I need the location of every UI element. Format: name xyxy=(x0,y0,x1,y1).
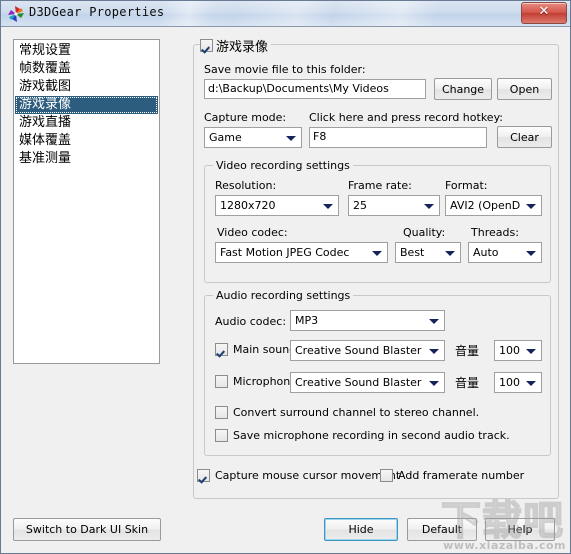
chevron-down-icon xyxy=(526,250,536,256)
format-select[interactable]: AVI2 (OpenDML) xyxy=(445,195,542,216)
main-volume-value: 100 xyxy=(499,344,520,357)
sidebar-item-screenshot[interactable]: 游戏截图 xyxy=(15,78,158,96)
save-folder-input[interactable]: d:\Backup\Documents\My Videos xyxy=(204,79,426,99)
video-settings-title: Video recording settings xyxy=(213,159,353,172)
convert-surround-label: Convert surround channel to stereo chann… xyxy=(233,406,480,419)
open-folder-button[interactable]: Open xyxy=(497,78,552,100)
chevron-down-icon xyxy=(526,203,536,209)
microphone-device-value: Creative Sound Blaster PCI xyxy=(295,376,424,389)
chevron-down-icon xyxy=(424,203,434,209)
main-sound-device-value: Creative Sound Blaster PCI xyxy=(295,344,424,357)
video-settings-group: Video recording settings Resolution: 128… xyxy=(204,159,551,283)
pinwheel-icon xyxy=(8,6,24,22)
chevron-down-icon xyxy=(429,348,439,354)
main-volume-select[interactable]: 100 xyxy=(494,340,542,361)
microphone-volume-value: 100 xyxy=(499,376,520,389)
convert-surround-toggle[interactable]: Convert surround channel to stereo chann… xyxy=(215,406,479,419)
second-audio-track-toggle[interactable]: Save microphone recording in second audi… xyxy=(215,429,510,442)
capture-cursor-label: Capture mouse cursor movement xyxy=(215,469,401,482)
client-area: 常规设置 帧数覆盖 游戏截图 游戏录像 游戏直播 媒体覆盖 基准测量 游戏录像 … xyxy=(1,28,570,553)
properties-window: D3DGear Properties ✕ 常规设置 帧数覆盖 游戏截图 游戏录像… xyxy=(0,0,571,554)
game-recording-checkbox[interactable] xyxy=(200,39,213,52)
clear-hotkey-button[interactable]: Clear xyxy=(497,126,552,148)
threads-value: Auto xyxy=(473,246,499,259)
convert-surround-checkbox[interactable] xyxy=(215,406,228,419)
sidebar-item-recording[interactable]: 游戏录像 xyxy=(15,96,158,114)
sidebar-item-general[interactable]: 常规设置 xyxy=(15,42,158,60)
resolution-select[interactable]: 1280x720 xyxy=(215,195,339,216)
audio-codec-label: Audio codec: xyxy=(215,315,287,328)
main-volume-label: 音量 xyxy=(455,344,480,358)
threads-select[interactable]: Auto xyxy=(468,242,542,263)
record-hotkey-input[interactable]: F8 xyxy=(309,127,487,148)
sidebar-item-benchmark[interactable]: 基准测量 xyxy=(15,150,158,168)
capture-mode-select[interactable]: Game xyxy=(204,127,302,148)
chevron-down-icon xyxy=(526,380,536,386)
chevron-down-icon xyxy=(286,135,296,141)
window-title: D3DGear Properties xyxy=(29,5,165,19)
sidebar-item-livestream[interactable]: 游戏直播 xyxy=(15,114,158,132)
close-button[interactable]: ✕ xyxy=(521,2,567,24)
change-folder-button[interactable]: Change xyxy=(434,78,492,100)
default-button[interactable]: Default xyxy=(407,518,477,541)
quality-value: Best xyxy=(400,246,425,259)
close-icon: ✕ xyxy=(538,4,550,19)
format-label: Format: xyxy=(445,179,488,192)
video-codec-select[interactable]: Fast Motion JPEG Codec xyxy=(215,242,388,263)
audio-settings-title: Audio recording settings xyxy=(213,289,354,302)
capture-cursor-checkbox[interactable] xyxy=(197,469,210,482)
microphone-toggle[interactable]: Microphone: xyxy=(215,375,301,388)
sidebar-item-fps-overlay[interactable]: 帧数覆盖 xyxy=(15,60,158,78)
second-audio-track-checkbox[interactable] xyxy=(215,429,228,442)
capture-mode-value: Game xyxy=(209,131,242,144)
chevron-down-icon xyxy=(429,380,439,386)
add-framerate-toggle[interactable]: Add framerate number xyxy=(380,469,524,482)
resolution-value: 1280x720 xyxy=(220,199,276,212)
help-button[interactable]: Help xyxy=(485,518,555,541)
microphone-checkbox[interactable] xyxy=(215,375,228,388)
framerate-label: Frame rate: xyxy=(348,179,412,192)
resolution-label: Resolution: xyxy=(215,179,277,192)
chevron-down-icon xyxy=(372,250,382,256)
add-framerate-checkbox[interactable] xyxy=(380,469,393,482)
main-sound-toggle[interactable]: Main sound: xyxy=(215,343,300,356)
chevron-down-icon xyxy=(323,203,333,209)
format-value: AVI2 (OpenDML) xyxy=(450,199,521,212)
title-bar: D3DGear Properties ✕ xyxy=(1,1,570,27)
chevron-down-icon xyxy=(429,318,439,324)
microphone-volume-select[interactable]: 100 xyxy=(494,372,542,393)
main-sound-checkbox[interactable] xyxy=(215,343,228,356)
main-sound-device-select[interactable]: Creative Sound Blaster PCI xyxy=(290,340,445,361)
framerate-select[interactable]: 25 xyxy=(348,195,440,216)
chevron-down-icon xyxy=(445,250,455,256)
switch-skin-button[interactable]: Switch to Dark UI Skin xyxy=(13,518,161,541)
capture-mode-label: Capture mode: xyxy=(204,111,287,124)
threads-label: Threads: xyxy=(471,226,519,239)
settings-category-list[interactable]: 常规设置 帧数覆盖 游戏截图 游戏录像 游戏直播 媒体覆盖 基准测量 xyxy=(13,39,160,364)
video-codec-value: Fast Motion JPEG Codec xyxy=(220,246,350,259)
framerate-value: 25 xyxy=(353,199,367,212)
chevron-down-icon xyxy=(526,348,536,354)
capture-cursor-toggle[interactable]: Capture mouse cursor movement xyxy=(197,469,400,482)
audio-codec-select[interactable]: MP3 xyxy=(290,310,445,331)
quality-label: Quality: xyxy=(403,226,446,239)
audio-codec-value: MP3 xyxy=(295,314,319,327)
video-codec-label: Video codec: xyxy=(217,226,288,239)
audio-settings-group: Audio recording settings Audio codec: MP… xyxy=(204,289,551,456)
hide-button[interactable]: Hide xyxy=(324,518,398,541)
game-recording-group: 游戏录像 Save movie file to this folder: d:\… xyxy=(193,36,559,499)
microphone-volume-label: 音量 xyxy=(455,376,480,390)
microphone-device-select[interactable]: Creative Sound Blaster PCI xyxy=(290,372,445,393)
game-recording-label: 游戏录像 xyxy=(216,40,269,55)
record-hotkey-label: Click here and press record hotkey: xyxy=(309,111,503,124)
second-audio-track-label: Save microphone recording in second audi… xyxy=(233,429,510,442)
sidebar-item-media-overlay[interactable]: 媒体覆盖 xyxy=(15,132,158,150)
game-recording-toggle[interactable]: 游戏录像 xyxy=(200,36,272,55)
save-folder-label: Save movie file to this folder: xyxy=(204,63,366,76)
add-framerate-label: Add framerate number xyxy=(398,469,525,482)
quality-select[interactable]: Best xyxy=(395,242,461,263)
